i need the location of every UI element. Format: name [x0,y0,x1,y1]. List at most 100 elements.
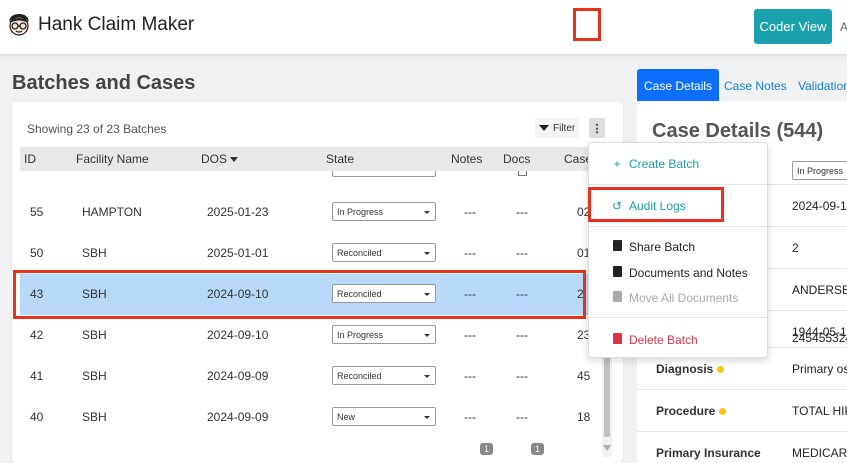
state-select[interactable]: Reconciled [332,243,436,262]
case-field-value: 2 [792,241,799,255]
case-field-procedure: Procedure TOTAL HIP [637,389,847,431]
cell-facility: SBH [82,410,107,424]
share-batch-item[interactable]: Share Batch [611,240,695,254]
state-select[interactable]: Reconciled [332,366,436,385]
state-select-value: In Progress [337,207,384,217]
cell-id: 40 [30,410,44,424]
more-options-highlight [573,8,601,41]
file-icon [611,266,623,280]
copy-icon [611,240,623,254]
cell-notes: --- [464,369,476,383]
diagnosis-label: Diagnosis [656,362,725,376]
cell-cases: 18 [577,410,591,424]
state-select[interactable]: In Progress [332,325,436,344]
tab-validation[interactable]: Validation [798,69,847,101]
primary-insurance-label: Primary Insurance [656,446,761,460]
cell-id: 55 [30,205,44,219]
tab-case-details[interactable]: Case Details [637,69,720,101]
create-batch-item[interactable]: + Create Batch [611,157,699,171]
sort-down-icon [230,157,239,163]
table-row-partial [20,171,600,179]
cell-notes: --- [464,205,476,219]
cell-dos: 2024-09-09 [207,410,269,424]
state-select-value: Reconciled [337,248,382,258]
scroll-down-arrow-icon[interactable] [603,445,611,451]
col-dos-label: DOS [201,152,228,166]
file-icon [611,291,623,305]
move-all-documents-item: Move All Documents [611,291,738,305]
diagnosis-value: Primary os [792,362,847,376]
case-field-value: 2024-09-1 [792,199,847,213]
procedure-label-text: Procedure [656,404,716,418]
selected-row-highlight [13,270,586,319]
table-row[interactable]: 40 SBH 2024-09-09 New --- --- 18 [20,397,600,438]
cell-facility: SBH [82,369,107,383]
filter-label: Filter [553,122,576,134]
cell-docs: --- [516,369,528,383]
warning-dot-icon [717,365,725,373]
state-select[interactable]: New [332,407,436,426]
col-facility[interactable]: Facility Name [76,152,149,166]
state-select-partial[interactable] [332,171,436,177]
cell-docs: --- [516,205,528,219]
cell-docs: --- [516,328,528,342]
more-options-button[interactable]: ⋮ [589,118,605,138]
col-docs[interactable]: Docs [503,152,530,166]
table-row[interactable]: 55 HAMPTON 2025-01-23 In Progress --- --… [20,192,600,233]
delete-batch-item[interactable]: Delete Batch [611,333,698,347]
cell-docs: --- [516,246,528,260]
caret-down-icon [424,375,430,378]
cell-docs: --- [516,410,528,424]
state-select[interactable]: In Progress [332,202,436,221]
table-row[interactable]: 50 SBH 2025-01-01 Reconciled --- --- 01 [20,233,600,274]
col-notes[interactable]: Notes [451,152,482,166]
top-bar: Hank Claim Maker Coder View A [0,0,847,54]
audit-logs-highlight [588,187,724,222]
cell-dos: 2025-01-23 [207,205,269,219]
diagnosis-label-text: Diagnosis [656,362,714,376]
procedure-label: Procedure [656,404,727,418]
cell-facility: SBH [82,246,107,260]
app-title: Hank Claim Maker [38,14,195,35]
filter-button[interactable]: Filter [535,118,580,138]
move-all-documents-label: Move All Documents [629,291,739,305]
table-header: ID Facility Name DOS State Notes Docs Ca… [20,147,600,171]
menu-divider [589,184,767,185]
cell-facility: SBH [82,328,107,342]
cell-id: 50 [30,246,44,260]
state-select-value: New [337,412,356,422]
warning-dot-icon [719,407,727,415]
coder-view-button[interactable]: Coder View [754,9,832,44]
table-row[interactable]: 41 SBH 2024-09-09 Reconciled --- --- 45 [20,356,600,397]
delete-batch-label: Delete Batch [629,333,698,347]
cell-notes: --- [464,328,476,342]
docs-checkbox-partial[interactable] [518,171,527,176]
share-batch-label: Share Batch [629,240,696,254]
logo-icon [9,14,29,36]
menu-divider [589,317,767,318]
case-state-select[interactable]: In Progress [792,161,847,180]
trash-icon [611,333,623,347]
primary-insurance-value: MEDICARE [792,446,847,460]
documents-notes-item[interactable]: Documents and Notes [611,266,748,280]
case-field-primary-insurance: Primary Insurance MEDICARE [637,431,847,463]
batch-count-text: Showing 23 of 23 Batches [27,122,167,136]
cell-id: 42 [30,328,44,342]
cell-dos: 2025-01-01 [207,246,269,260]
cell-dos: 2024-09-09 [207,369,269,383]
table-row[interactable]: 42 SBH 2024-09-10 In Progress --- --- 23 [20,315,600,356]
state-select-value: Reconciled [337,371,382,381]
col-dos[interactable]: DOS [201,152,239,166]
col-id[interactable]: ID [24,152,36,166]
caret-down-icon [424,252,430,255]
menu-divider [589,226,767,227]
caret-down-icon [424,416,430,419]
tab-case-notes[interactable]: Case Notes [724,69,787,101]
cell-dos: 2024-09-10 [207,328,269,342]
col-state[interactable]: State [326,152,354,166]
docs-count-badge: 1 [531,443,544,455]
case-field-value: ANDERSEN [792,283,847,297]
cell-notes: --- [464,410,476,424]
create-batch-label: Create Batch [629,157,700,171]
cell-cases: 45 [577,369,591,383]
